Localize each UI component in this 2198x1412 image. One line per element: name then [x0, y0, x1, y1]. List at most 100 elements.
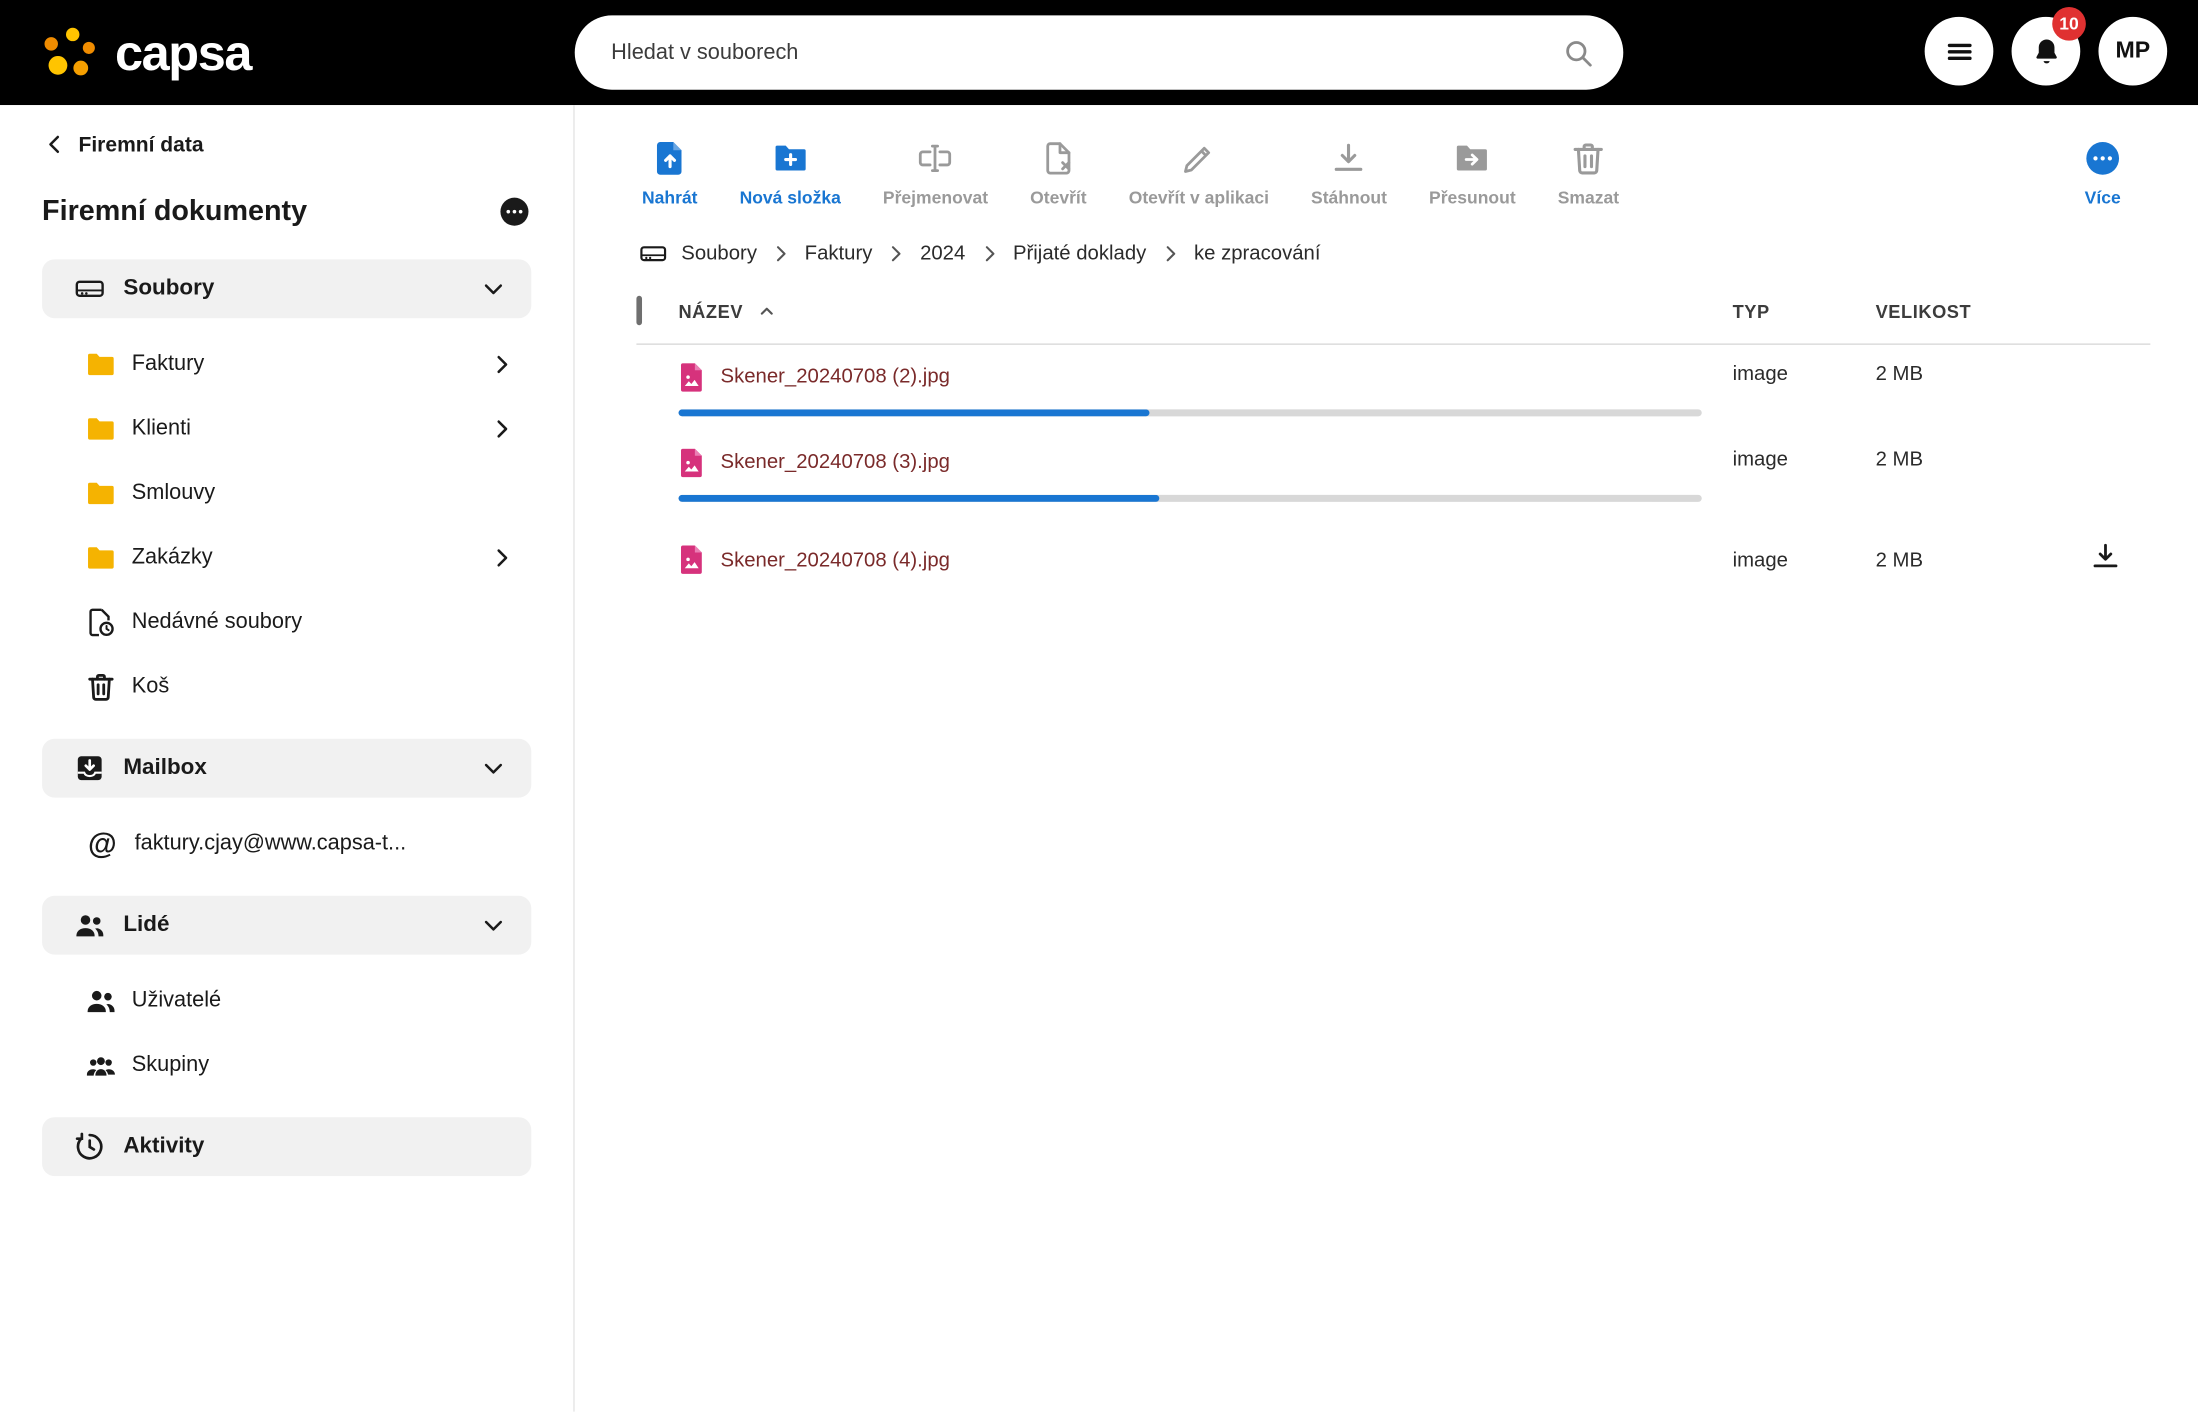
sidebar-section-lide[interactable]: Lidé [42, 896, 531, 955]
breadcrumb-item-faktury[interactable]: Faktury [805, 243, 873, 265]
move-label: Přesunout [1429, 188, 1516, 208]
sidebar-item-label: faktury.cjay@www.capsa-t... [135, 831, 515, 856]
sidebar-item-faktury[interactable]: Faktury [42, 332, 531, 396]
capsa-dots-icon [36, 20, 100, 84]
breadcrumb-item-2024[interactable]: 2024 [920, 243, 965, 265]
at-icon: @ [84, 829, 120, 858]
open-file-icon [1039, 139, 1078, 178]
search-icon[interactable] [1562, 36, 1596, 70]
topbar-actions: 10 MP [1925, 17, 2168, 86]
rename-button[interactable]: Přejmenovat [883, 139, 988, 208]
more-label: Více [2085, 188, 2121, 208]
sidebar-item-label: Zakázky [132, 545, 475, 570]
breadcrumb: Soubory Faktury 2024 Přijaté doklady ke … [575, 237, 2198, 271]
delete-button[interactable]: Smazat [1558, 139, 1619, 208]
menu-button[interactable] [1925, 17, 1994, 86]
file-name-link[interactable]: Skener_20240708 (2).jpg [721, 366, 950, 388]
more-options-icon[interactable] [498, 195, 532, 229]
capsa-logo[interactable]: capsa [36, 20, 251, 84]
download-icon [2089, 540, 2123, 574]
sidebar-item-mailbox-address[interactable]: @ faktury.cjay@www.capsa-t... [42, 812, 531, 876]
section-label: Soubory [123, 276, 464, 301]
folder-icon [84, 348, 118, 382]
main-content: Nahrát Nová složka Přejmenovat [575, 105, 2198, 1411]
new-folder-button[interactable]: Nová složka [740, 139, 841, 208]
sidebar: Firemní data Firemní dokumenty Soubory [0, 105, 575, 1411]
groups-icon [84, 1049, 118, 1083]
people-icon [73, 908, 107, 942]
sidebar-item-kos[interactable]: Koš [42, 655, 531, 719]
chevron-right-icon[interactable] [489, 352, 514, 377]
chevron-left-icon [42, 132, 67, 157]
chevron-right-icon [885, 243, 907, 265]
download-button[interactable]: Stáhnout [1311, 139, 1387, 208]
select-all-checkbox[interactable] [636, 296, 642, 325]
sidebar-item-smlouvy[interactable]: Smlouvy [42, 461, 531, 525]
chevron-right-icon[interactable] [489, 545, 514, 570]
bell-icon [2029, 34, 2063, 68]
sidebar-item-uzivatele[interactable]: Uživatelé [42, 969, 531, 1033]
table-row[interactable]: Skener_20240708 (4).jpg image 2 MB [636, 516, 2150, 602]
sidebar-item-nedavne-soubory[interactable]: Nedávné soubory [42, 590, 531, 654]
column-header-size[interactable]: VELIKOST [1876, 301, 2089, 322]
file-size: 2 MB [1876, 449, 2089, 471]
file-type: image [1733, 363, 1876, 385]
column-header-name[interactable]: NÁZEV [678, 301, 1732, 322]
row-download-button[interactable] [2089, 540, 2123, 574]
file-type: image [1733, 449, 1876, 471]
sort-ascending-icon [757, 301, 777, 321]
sidebar-section-aktivity[interactable]: Aktivity [42, 1117, 531, 1176]
search-input[interactable] [608, 39, 1561, 67]
file-name-link[interactable]: Skener_20240708 (4).jpg [721, 549, 950, 571]
chevron-right-icon[interactable] [489, 416, 514, 441]
new-folder-icon [771, 139, 810, 178]
sidebar-item-label: Nedávné soubory [132, 610, 515, 635]
upload-progress-bar [678, 409, 1701, 416]
table-row[interactable]: Skener_20240708 (2).jpg image 2 MB [636, 345, 2150, 431]
more-circle-icon [2083, 139, 2122, 178]
page-title: Firemní dokumenty [42, 195, 307, 229]
sidebar-item-zakazky[interactable]: Zakázky [42, 526, 531, 590]
capsa-app: capsa 10 [0, 0, 2198, 1412]
rename-label: Přejmenovat [883, 188, 988, 208]
file-name-link[interactable]: Skener_20240708 (3).jpg [721, 451, 950, 473]
hamburger-icon [1942, 34, 1976, 68]
upload-file-icon [650, 139, 689, 178]
download-label: Stáhnout [1311, 188, 1387, 208]
folder-icon [84, 412, 118, 446]
table-row[interactable]: Skener_20240708 (3).jpg image 2 MB [636, 430, 2150, 516]
open-in-app-button[interactable]: Otevřít v aplikaci [1129, 139, 1269, 208]
file-type: image [1733, 549, 1876, 571]
sidebar-section-soubory[interactable]: Soubory [42, 259, 531, 318]
sidebar-item-label: Uživatelé [132, 988, 515, 1013]
section-label: Mailbox [123, 756, 464, 781]
download-icon [1329, 139, 1368, 178]
move-button[interactable]: Přesunout [1429, 139, 1516, 208]
folder-icon [84, 477, 118, 511]
image-file-icon [678, 545, 703, 574]
breadcrumb-item-soubory[interactable]: Soubory [681, 243, 757, 265]
image-file-icon [678, 448, 703, 477]
chevron-down-icon [481, 756, 506, 781]
sidebar-item-skupiny[interactable]: Skupiny [42, 1033, 531, 1097]
breadcrumb-item-ke-zpracovani[interactable]: ke zpracování [1194, 243, 1321, 265]
breadcrumb-item-prijate-doklady[interactable]: Přijaté doklady [1013, 243, 1146, 265]
open-button[interactable]: Otevřít [1030, 139, 1086, 208]
back-link-firemni-data[interactable]: Firemní data [42, 128, 531, 162]
more-button[interactable]: Více [2083, 139, 2122, 208]
column-header-type[interactable]: TYP [1733, 301, 1876, 322]
notifications-button[interactable]: 10 [2012, 17, 2081, 86]
topbar: capsa 10 [0, 0, 2198, 105]
sidebar-item-label: Klienti [132, 416, 475, 441]
chevron-down-icon [481, 913, 506, 938]
section-label: Lidé [123, 913, 464, 938]
file-table: NÁZEV TYP VELIKOST [575, 279, 2198, 601]
sidebar-item-klienti[interactable]: Klienti [42, 397, 531, 461]
mailbox-icon [73, 751, 107, 785]
sidebar-title-row: Firemní dokumenty [42, 195, 531, 229]
avatar[interactable]: MP [2098, 17, 2167, 86]
chevron-down-icon [481, 276, 506, 301]
upload-button[interactable]: Nahrát [642, 139, 698, 208]
brand-name: capsa [115, 27, 251, 77]
sidebar-section-mailbox[interactable]: Mailbox [42, 739, 531, 798]
